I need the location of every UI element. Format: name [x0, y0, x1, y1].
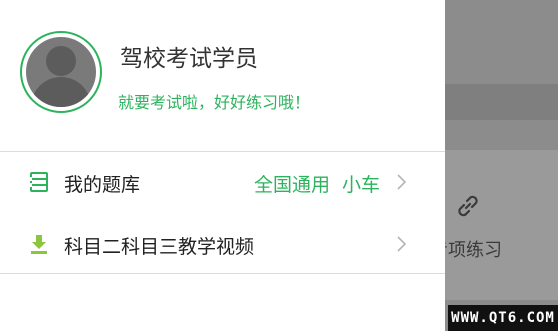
divider	[0, 273, 445, 274]
menu-item-label: 我的题库	[64, 174, 141, 196]
chevron-right-icon	[397, 174, 407, 190]
question-bank-icon	[28, 172, 48, 192]
watermark: WWW.QT6.COM	[448, 305, 558, 331]
profile-header[interactable]: 驾校考试学员 就要考试啦，好好练习哦！	[0, 0, 445, 150]
region-value: 全国通用	[253, 174, 330, 196]
user-avatar-icon[interactable]	[20, 31, 102, 113]
chevron-right-icon	[397, 236, 407, 252]
question-bank-selection: 全国通用 小车	[254, 170, 380, 197]
background-strip	[445, 84, 558, 120]
menu-item-teaching-videos[interactable]: 科目二科目三教学视频	[0, 213, 445, 273]
download-icon	[31, 235, 47, 254]
profile-slogan: 就要考试啦，好好练习哦！	[118, 93, 311, 112]
menu-item-question-bank[interactable]: 我的题库 全国通用 小车	[0, 152, 445, 212]
menu-item-label: 科目二科目三教学视频	[64, 236, 255, 258]
vehicle-value: 小车	[341, 174, 380, 196]
navigation-drawer: 驾校考试学员 就要考试啦，好好练习哦！ 我的题库 全国通用 小车 科目二科目三教学…	[0, 0, 445, 331]
username: 驾校考试学员	[120, 46, 258, 72]
link-icon	[458, 195, 478, 217]
background-card	[445, 150, 558, 300]
